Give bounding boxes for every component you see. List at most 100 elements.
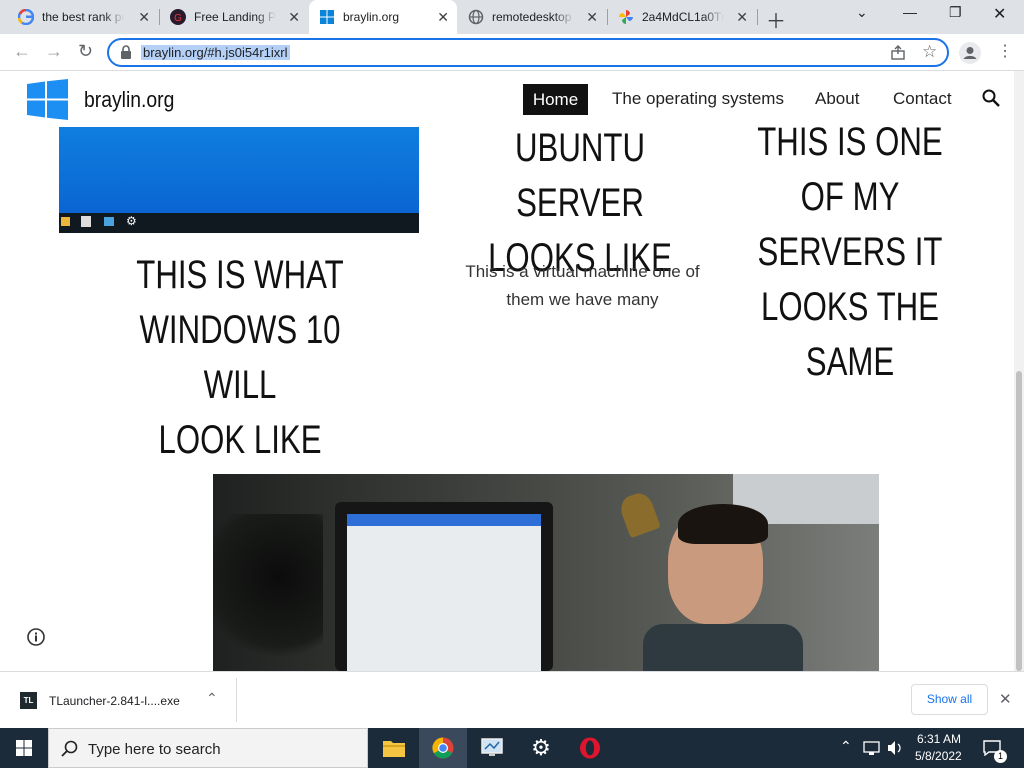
windows-taskbar-image: ⚙ xyxy=(59,213,419,233)
tab-divider xyxy=(757,9,758,25)
nav-home[interactable]: Home xyxy=(523,84,588,115)
file-explorer-button[interactable] xyxy=(370,728,418,768)
close-download-bar-icon[interactable]: ✕ xyxy=(999,690,1012,708)
page-scrollbar[interactable] xyxy=(1014,71,1024,671)
mail-icon xyxy=(104,217,114,226)
headline-line: SAME xyxy=(805,340,895,384)
desk-lamp-image xyxy=(617,489,661,539)
google-icon xyxy=(18,9,34,25)
close-icon[interactable]: ✕ xyxy=(288,9,300,25)
nav-operating-systems[interactable]: The operating systems xyxy=(612,89,784,109)
settings-button[interactable]: ⚙ xyxy=(517,728,565,768)
monitor-icon xyxy=(481,738,503,756)
tab-title: braylin.org xyxy=(343,10,400,24)
gear-icon: ⚙ xyxy=(531,735,551,760)
monitor-screen-image xyxy=(347,514,541,671)
tab-title: remotedesktop xyxy=(492,10,572,24)
download-filename[interactable]: TLauncher-2.841-l....exe xyxy=(49,694,180,708)
tab-title: Free Landing Pa xyxy=(194,10,276,24)
show-all-button[interactable]: Show all xyxy=(911,684,988,715)
share-icon[interactable] xyxy=(890,45,906,61)
tab-title: 2a4MdCL1a0Tn xyxy=(642,10,724,24)
remote-desktop-button[interactable] xyxy=(468,728,516,768)
minimize-icon[interactable]: — xyxy=(903,4,917,20)
chrome-icon xyxy=(432,737,454,759)
close-icon[interactable]: ✕ xyxy=(138,9,150,25)
windows-icon xyxy=(320,10,334,24)
chevron-up-icon[interactable]: ⌃ xyxy=(206,690,218,707)
hero-photo xyxy=(213,474,879,671)
person-shirt-image xyxy=(643,624,803,671)
headline-line: THIS IS WHAT xyxy=(136,253,344,297)
tab-title: the best rank pe xyxy=(42,10,124,24)
chrome-taskbar-button[interactable] xyxy=(419,728,467,768)
tab-4[interactable]: remotedesktop ✕ xyxy=(458,0,606,34)
windows-taskbar: Type here to search ⚙ ⌃ 6:31 AM 5/8/2022… xyxy=(0,728,1024,768)
globe-icon xyxy=(468,9,484,25)
forward-arrow-icon[interactable]: → xyxy=(45,41,63,62)
address-bar[interactable]: braylin.org/#h.js0i54r1ixrl ☆ xyxy=(107,38,949,67)
monitor-image xyxy=(335,502,553,671)
scrollbar-thumb[interactable] xyxy=(1016,371,1022,671)
opera-icon xyxy=(580,737,600,759)
taskbar-search-box[interactable]: Type here to search xyxy=(48,728,368,768)
ubuntu-description: This is a virtual machine one of them we… xyxy=(440,258,725,314)
headline-line: OF MY xyxy=(800,175,900,219)
nav-about[interactable]: About xyxy=(815,89,859,109)
download-divider xyxy=(236,678,237,722)
bookmark-star-icon[interactable]: ☆ xyxy=(922,42,937,62)
headline-line: WINDOWS 10 WILL xyxy=(139,308,341,407)
close-icon[interactable]: ✕ xyxy=(586,9,598,25)
lock-icon[interactable] xyxy=(120,45,132,59)
restore-icon[interactable]: ❐ xyxy=(949,4,962,21)
tab-strip: the best rank pe ✕ G Free Landing Pa ✕ b… xyxy=(0,0,1024,34)
plant-image xyxy=(213,514,323,671)
close-window-icon[interactable]: ✕ xyxy=(993,4,1006,24)
start-windows-icon[interactable] xyxy=(16,740,32,756)
volume-icon[interactable] xyxy=(887,740,904,756)
tab-2[interactable]: G Free Landing Pa ✕ xyxy=(160,0,308,34)
taskbar-search-placeholder: Type here to search xyxy=(88,741,221,758)
url-text[interactable]: braylin.org/#h.js0i54r1ixrl xyxy=(141,45,290,60)
headline-line: LOOK LIKE xyxy=(158,418,322,462)
tab-1[interactable]: the best rank pe ✕ xyxy=(8,0,158,34)
profile-avatar-icon[interactable] xyxy=(959,42,981,64)
folder-icon xyxy=(61,217,70,226)
opera-button[interactable] xyxy=(566,728,614,768)
download-bar: TL TLauncher-2.841-l....exe ⌃ Show all ✕ xyxy=(0,671,1024,728)
windows-headline: THIS IS WHAT WINDOWS 10 WILL LOOK LIKE xyxy=(100,248,381,468)
description-line: them we have many xyxy=(506,290,659,309)
svg-text:G: G xyxy=(174,13,182,24)
nav-contact[interactable]: Contact xyxy=(893,89,952,109)
menu-kebab-icon[interactable]: ⋮ xyxy=(997,41,1013,61)
landing-icon: G xyxy=(170,9,186,25)
search-icon[interactable] xyxy=(982,89,1000,107)
back-arrow-icon[interactable]: ← xyxy=(13,41,31,62)
clock-date[interactable]: 5/8/2022 xyxy=(915,749,962,763)
headline-line: SERVERS IT xyxy=(757,230,943,274)
new-tab-button[interactable]: ＋ xyxy=(766,5,786,34)
gear-icon: ⚙ xyxy=(126,214,137,228)
headline-line: LOOKS THE xyxy=(760,285,940,329)
reload-icon[interactable]: ↻ xyxy=(78,41,93,62)
info-icon[interactable] xyxy=(27,628,45,646)
windows-logo-icon[interactable] xyxy=(27,79,68,120)
server-headline: THIS IS ONE OF MY SERVERS IT LOOKS THE S… xyxy=(756,115,943,390)
tab-search-icon[interactable]: ⌄ xyxy=(856,4,868,21)
close-icon[interactable]: ✕ xyxy=(437,9,449,25)
tlauncher-file-icon: TL xyxy=(20,692,37,709)
folder-icon xyxy=(383,741,405,757)
store-icon xyxy=(81,216,91,227)
tab-5[interactable]: 2a4MdCL1a0Tn ✕ xyxy=(608,0,756,34)
tab-3-active[interactable]: braylin.org ✕ xyxy=(309,0,457,34)
pinwheel-icon xyxy=(619,10,633,24)
network-icon[interactable] xyxy=(863,741,880,756)
site-title[interactable]: braylin.org xyxy=(84,87,174,113)
windows-desktop-image: ⚙ xyxy=(59,127,419,233)
close-icon[interactable]: ✕ xyxy=(736,9,748,25)
headline-line: UBUNTU SERVER xyxy=(514,126,645,225)
clock-time[interactable]: 6:31 AM xyxy=(917,732,961,746)
search-icon xyxy=(61,740,78,757)
web-page: ⚙ braylin.org Home The operating systems… xyxy=(0,71,1024,671)
chevron-up-icon[interactable]: ⌃ xyxy=(840,738,852,755)
